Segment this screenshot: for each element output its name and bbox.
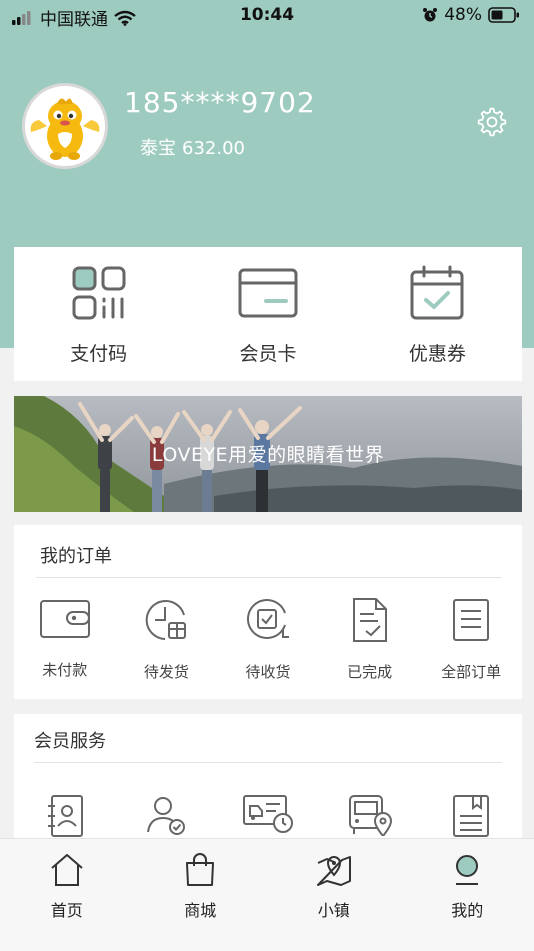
services-icon-row [14,794,522,838]
coin-label: 泰宝 [140,138,176,159]
tab-home[interactable]: 首页 [0,839,134,951]
bottom-tab-bar: 首页 商城 小镇 我的 [0,838,534,951]
status-bar: 中国联通 10:44 48% [0,0,534,32]
bus-location-icon [347,794,393,836]
order-label: 已完成 [347,661,392,682]
bookmark-notes-icon [451,794,491,838]
pending-receipt-icon [245,597,291,643]
order-completed[interactable]: 已完成 [319,597,421,682]
services-divider [34,762,502,763]
coin-balance: 泰宝 632.00 [140,134,245,160]
quick-actions-card: 支付码 会员卡 优惠券 [14,247,522,381]
order-label: 全部订单 [441,661,501,682]
quick-action-coupon[interactable]: 优惠券 [353,247,522,381]
member-card-icon [238,265,298,321]
home-icon [49,853,85,887]
orders-divider [36,577,502,578]
tab-mine[interactable]: 我的 [401,839,534,951]
orders-title: 我的订单 [40,542,112,568]
quick-action-label: 优惠券 [409,339,466,366]
alarm-icon [422,7,438,23]
battery-icon [488,7,520,23]
order-pending-shipment[interactable]: 待发货 [116,597,218,682]
coupon-calendar-icon [409,265,465,321]
order-label: 待发货 [144,661,189,682]
promo-banner[interactable]: LOVEYE用爱的眼睛看世界 [14,396,522,512]
order-unpaid[interactable]: 未付款 [14,597,116,682]
tab-mall[interactable]: 商城 [134,839,268,951]
quick-action-pay-code[interactable]: 支付码 [14,247,183,381]
shopping-bag-icon [183,853,217,887]
quick-action-label: 会员卡 [239,339,296,366]
order-label: 未付款 [42,659,87,680]
tab-label: 我的 [451,897,483,921]
contact-book-icon [45,794,85,838]
profile-icon [450,853,484,887]
order-pending-receipt[interactable]: 待收货 [217,597,319,682]
order-all[interactable]: 全部订单 [420,597,522,682]
phone-number: 185****9702 [124,86,316,119]
tab-town[interactable]: 小镇 [267,839,401,951]
service-member-verify[interactable] [116,794,218,838]
service-delivery[interactable] [217,794,319,838]
wallet-icon [39,597,91,641]
service-bus-location[interactable] [319,794,421,838]
completed-document-icon [350,597,390,643]
orders-card: 我的订单 未付款 待发货 [14,525,522,699]
order-label: 待收货 [245,661,290,682]
pending-shipment-icon [143,597,189,643]
battery-percent: 48% [444,5,482,25]
qr-code-icon [71,265,127,321]
tab-label: 小镇 [318,897,350,921]
map-location-icon [316,853,352,887]
banner-slogan: LOVEYE用爱的眼睛看世界 [14,440,522,467]
member-verified-icon [145,794,187,836]
tab-label: 首页 [51,897,83,921]
delivery-truck-clock-icon [242,794,294,834]
all-orders-icon [451,597,491,643]
coin-value: 632.00 [182,138,245,159]
quick-action-label: 支付码 [70,339,127,366]
status-right: 48% [422,5,520,25]
mascot-avatar-icon [25,86,105,166]
service-contacts[interactable] [14,794,116,838]
orders-icon-row: 未付款 待发货 待收货 [14,597,522,682]
services-title: 会员服务 [34,727,106,753]
services-card: 会员服务 [14,714,522,854]
quick-action-member-card[interactable]: 会员卡 [183,247,352,381]
tab-label: 商城 [184,897,216,921]
service-notes[interactable] [420,794,522,838]
avatar[interactable] [22,83,108,169]
settings-button[interactable] [476,106,508,138]
gear-icon [476,106,508,138]
